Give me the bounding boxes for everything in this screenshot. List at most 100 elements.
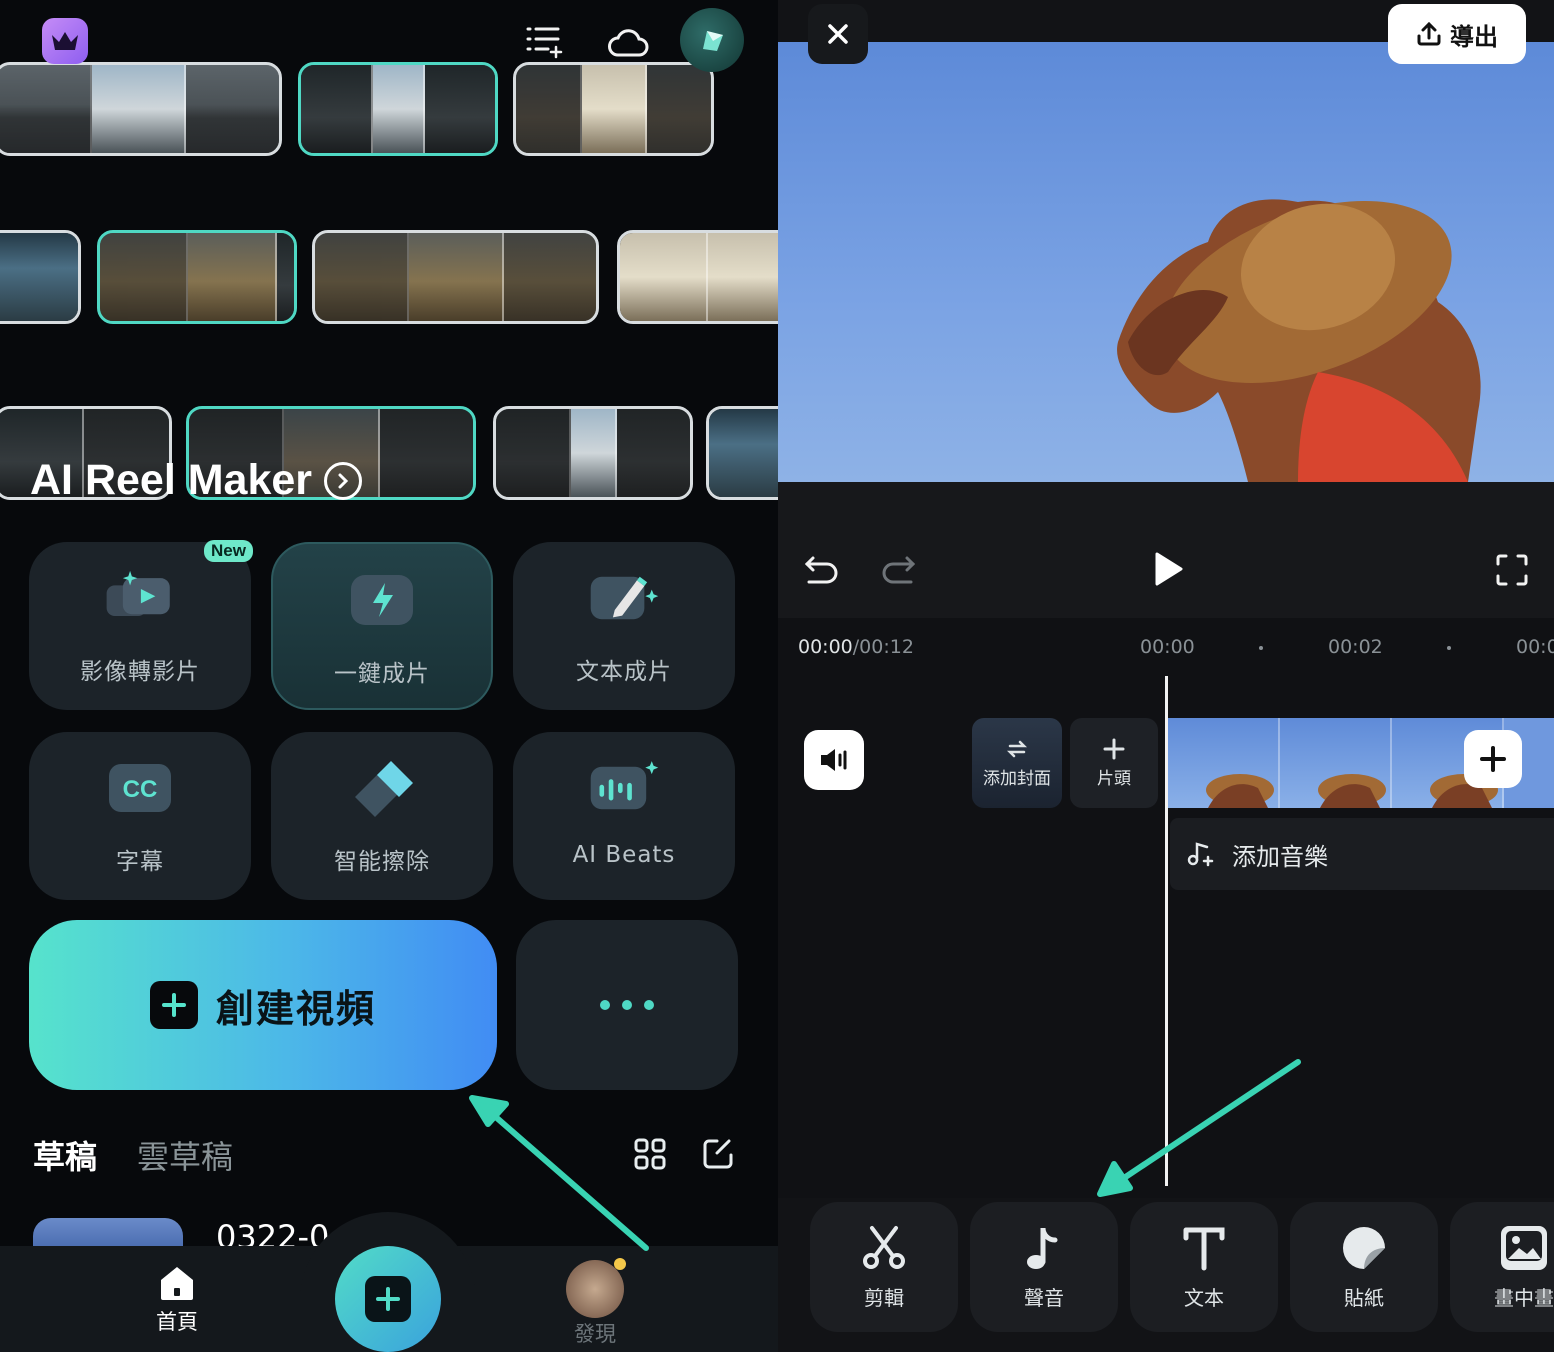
video-preview[interactable] [778,42,1554,482]
timeline-tick: 00:02 [1328,636,1383,658]
nav-create-button[interactable] [335,1246,441,1352]
filmora-logo-icon [703,31,723,51]
nav-discover[interactable]: 發現 [566,1258,626,1348]
grid-view-button[interactable] [630,1134,670,1174]
add-music-label: 添加音樂 [1232,842,1328,871]
picture-in-picture-icon [1501,1225,1547,1270]
more-dots-icon [600,1000,610,1010]
tool-label: 智能擦除 [334,849,430,875]
playhead[interactable] [1165,676,1168,1186]
preview-frame-image [1117,199,1481,482]
tool-label: AI Beats [572,842,676,868]
timeline-tick-dot [1447,646,1451,650]
premium-crown-button[interactable] [42,18,88,64]
add-cover-button[interactable]: 添加封面 [972,718,1062,808]
task-list-button[interactable] [522,20,566,64]
export-label: 導出 [1450,22,1498,51]
tool-label: 一鍵成片 [334,661,430,687]
reel-thumbnail [493,406,693,500]
cloud-button[interactable] [606,20,650,64]
toolbar-label: 剪輯 [864,1285,904,1310]
timeline-tick: 00:00 [1140,636,1195,658]
tool-smart-erase[interactable]: 智能擦除 [271,732,493,900]
timeline[interactable]: 00:00/00:12 00:00 00:02 00:0 添加封面 片頭 添加音… [778,618,1554,1198]
toolbar-pip[interactable]: 畫中畫 [1450,1202,1554,1332]
create-video-label: 創建視頻 [215,986,376,1031]
toolbar-label: 畫中畫 [1494,1285,1554,1310]
sticker-icon [1342,1226,1385,1269]
tab-cloud-drafts[interactable]: 雲草稿 [137,1132,233,1178]
clip-frame [1280,718,1392,808]
clip-frame [1168,718,1280,808]
svg-text:CC: CC [123,776,158,803]
editor-screen: 導出 00:00/00:12 00:00 00:02 00:0 添加封面 片頭 … [778,0,1554,1352]
export-button[interactable]: 導出 [1388,4,1526,64]
tool-ai-beats[interactable]: AI Beats [513,732,735,900]
photo-to-video-icon [103,566,177,630]
tool-label: 字幕 [116,849,164,875]
redo-icon [882,556,916,584]
music-add-icon [1187,842,1214,867]
redo-button[interactable] [874,548,922,592]
reel-thumbnail [0,62,282,156]
time-readout: 00:00/00:12 [798,636,914,658]
nav-home[interactable]: 首頁 [156,1264,198,1336]
create-video-button[interactable]: 創建視頻 [29,920,497,1090]
swap-icon [1006,740,1028,757]
tool-subtitles[interactable]: CC 字幕 [29,732,251,900]
time-total: /00:12 [852,636,914,658]
plus-icon [1480,746,1506,772]
more-dots-icon [644,1000,654,1010]
nav-home-label: 首頁 [156,1310,198,1334]
reel-thumbnail [513,62,714,156]
speaker-icon [821,749,847,771]
add-intro-label: 片頭 [1097,768,1131,789]
list-sparkle-icon [526,27,563,59]
editor-toolbar: 剪輯 聲音 文本 貼紙 畫中畫 [778,1198,1554,1352]
toolbar-audio[interactable]: 聲音 [970,1202,1118,1332]
undo-button[interactable] [798,548,846,592]
scissors-icon [863,1225,905,1269]
edit-drafts-button[interactable] [698,1134,738,1174]
ai-reel-maker-link[interactable]: AI Reel Maker [30,456,363,505]
tab-drafts[interactable]: 草稿 [33,1132,97,1178]
filmora-avatar-button[interactable] [680,8,744,72]
reel-thumbnail [298,62,498,156]
new-badge: New [204,540,253,562]
fullscreen-button[interactable] [1490,548,1534,592]
discover-thumbnail [566,1258,626,1318]
undo-icon [804,556,838,584]
add-cover-label: 添加封面 [983,768,1051,789]
close-button[interactable] [808,4,868,64]
crown-icon [52,32,78,50]
more-tools-button[interactable] [516,920,738,1090]
toolbar-label: 文本 [1184,1285,1224,1310]
chevron-right-circle-icon [324,461,363,500]
toolbar-text[interactable]: 文本 [1130,1202,1278,1332]
reel-thumbnail [312,230,599,324]
text-icon [1183,1227,1225,1270]
fullscreen-icon [1496,554,1528,586]
notification-dot [614,1258,626,1270]
add-music-track[interactable]: 添加音樂 [1170,818,1554,890]
plus-icon [1103,738,1125,759]
add-intro-button[interactable]: 片頭 [1070,718,1158,808]
tool-text-to-video[interactable]: 文本成片 [513,542,735,710]
toolbar-sticker[interactable]: 貼紙 [1290,1202,1438,1332]
cc-icon: CC [103,756,177,820]
upload-icon [1417,21,1441,46]
mute-clip-audio-button[interactable] [804,730,864,790]
tool-one-click-video[interactable]: 一鍵成片 [271,542,493,710]
music-beats-icon [587,756,661,820]
eraser-icon [345,756,419,820]
tool-label: 文本成片 [576,659,672,685]
tool-photo-to-video[interactable]: New 影像轉影片 [29,540,253,710]
add-clip-button[interactable] [1464,730,1522,788]
play-button[interactable] [1146,544,1190,594]
toolbar-label: 貼紙 [1344,1285,1384,1310]
music-note-icon [1027,1227,1058,1269]
home-icon [161,1267,193,1300]
edit-icon [703,1139,733,1169]
toolbar-edit[interactable]: 剪輯 [810,1202,958,1332]
draft-tabs: 草稿 雲草稿 [33,1132,233,1178]
